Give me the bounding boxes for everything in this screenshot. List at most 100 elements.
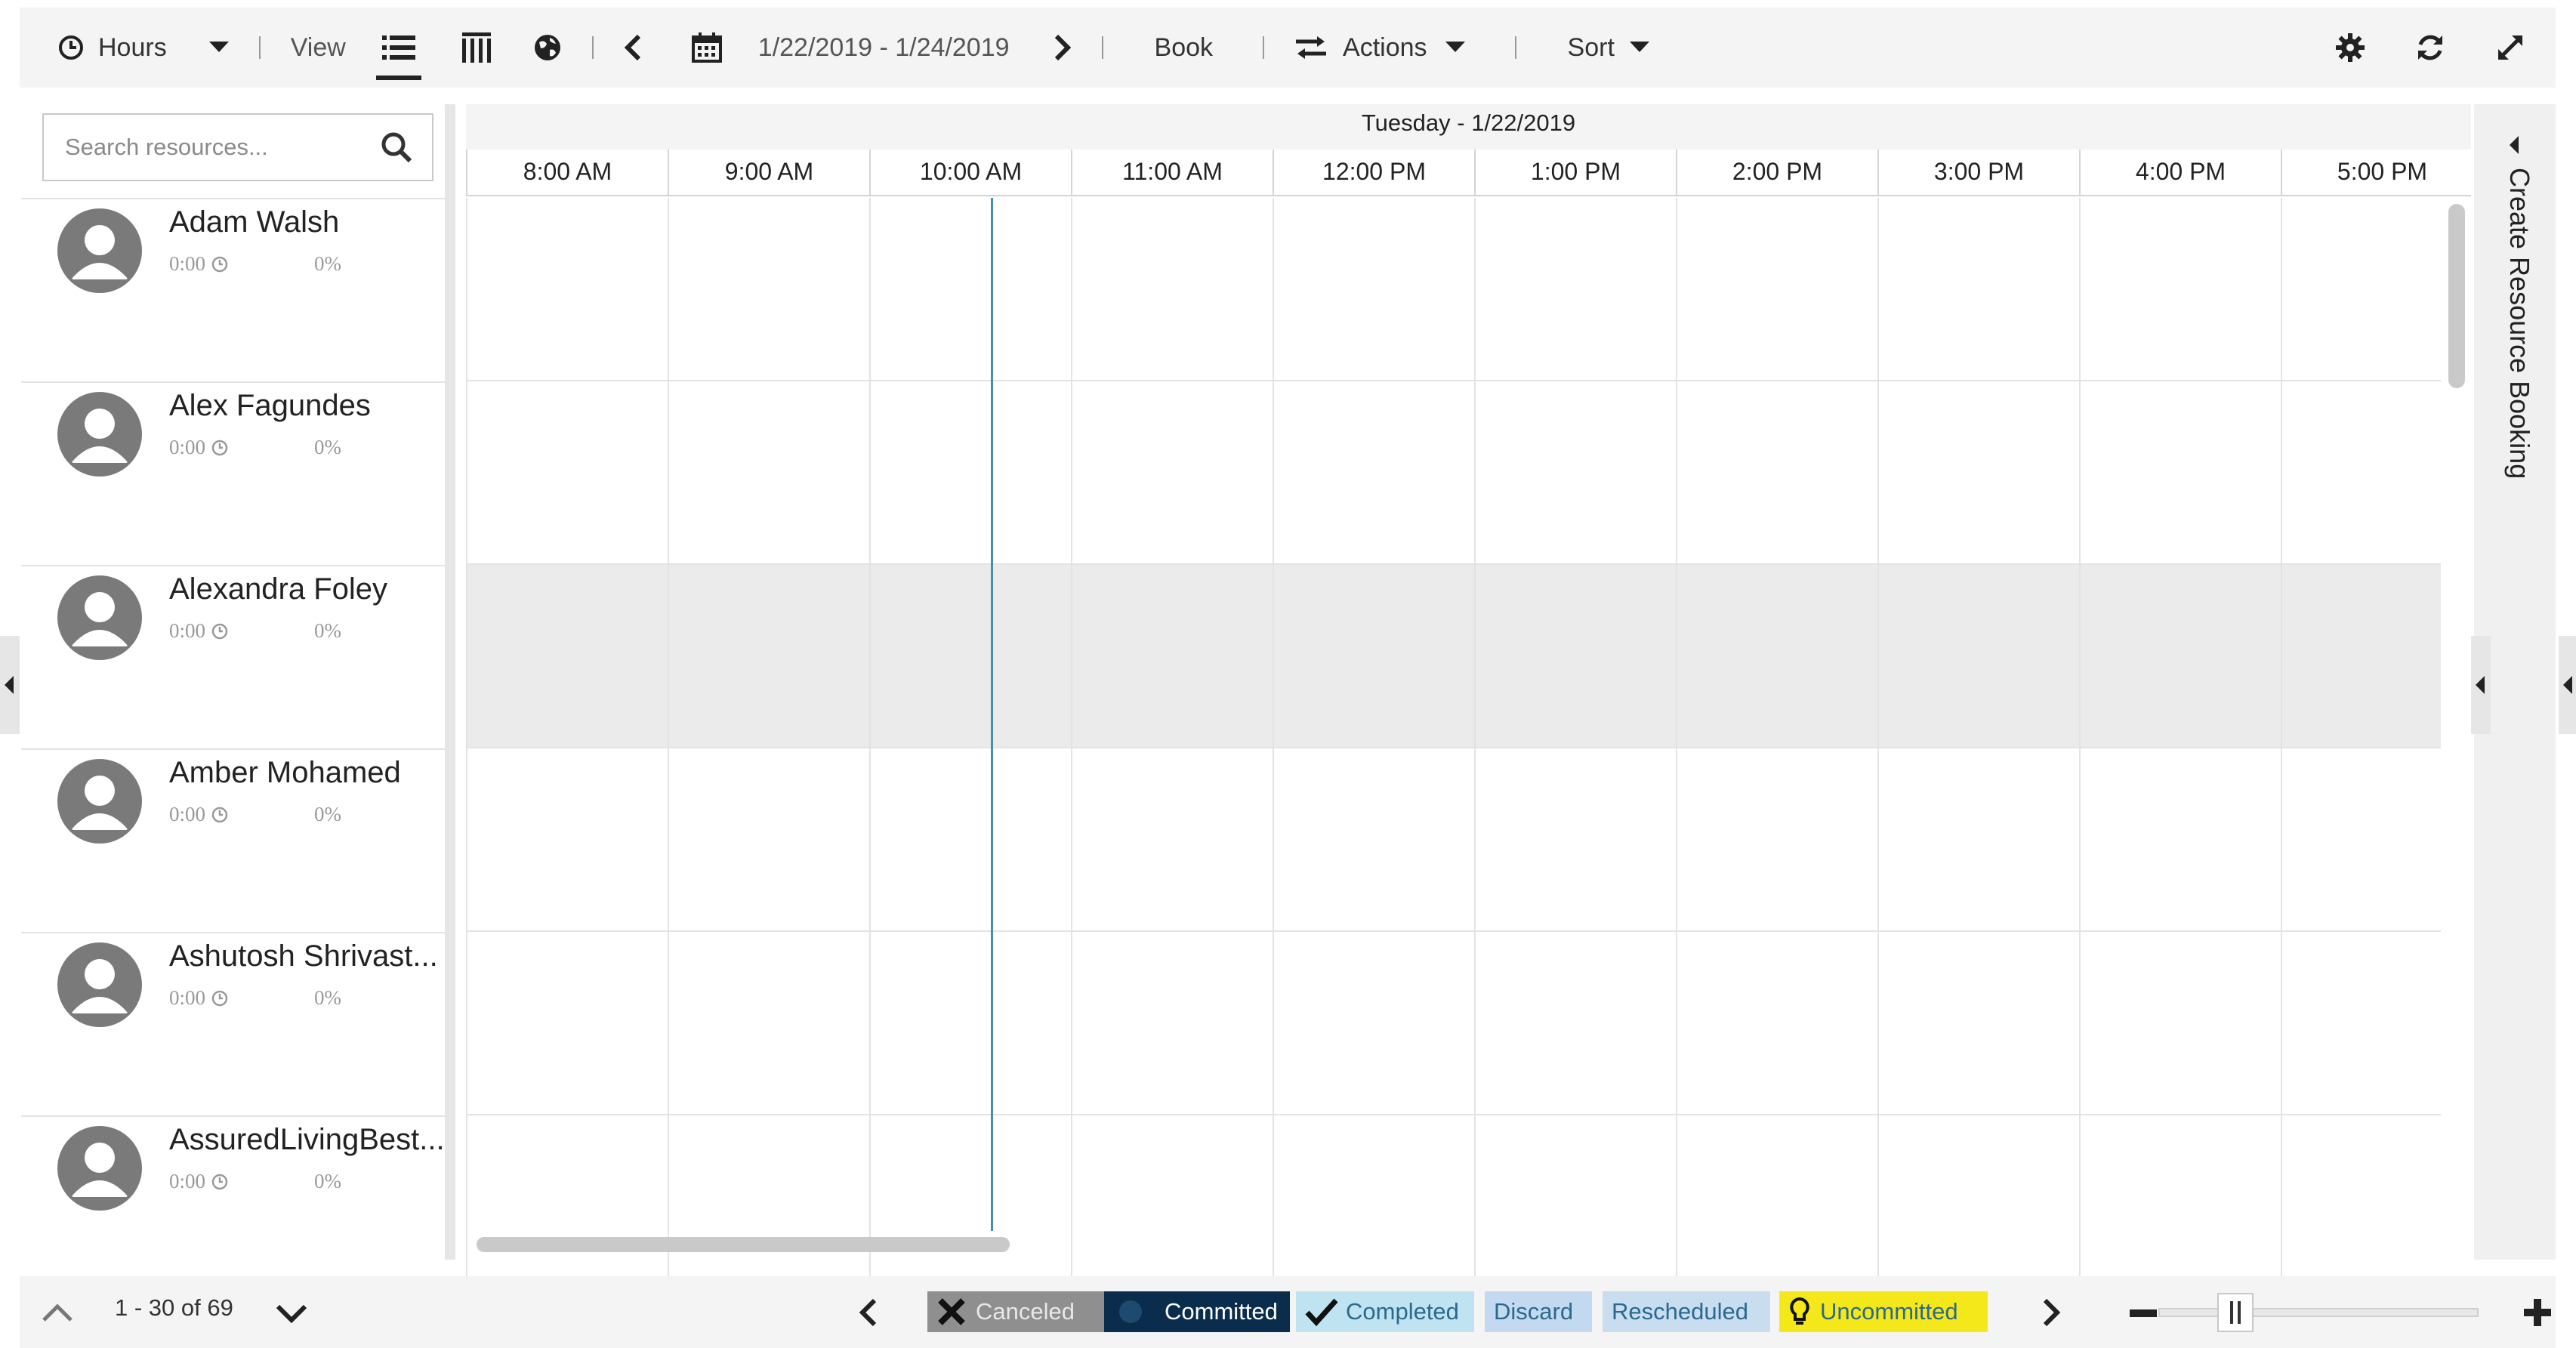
expand-button[interactable] bbox=[2495, 32, 2525, 63]
time-slot[interactable] bbox=[1273, 381, 1474, 563]
resource-name[interactable]: Alex Fagundes bbox=[169, 389, 371, 423]
time-slot[interactable] bbox=[466, 565, 668, 747]
time-slot[interactable] bbox=[1676, 381, 1877, 563]
calendar-button[interactable] bbox=[691, 8, 722, 88]
resource-row[interactable]: Alexandra Foley 0:00 0% bbox=[21, 565, 445, 748]
time-slot[interactable] bbox=[1676, 198, 1877, 380]
resource-name[interactable]: Alexandra Foley bbox=[169, 572, 387, 606]
list-view-button[interactable] bbox=[375, 8, 421, 88]
resource-row[interactable]: Alex Fagundes 0:00 0% bbox=[21, 381, 445, 565]
column-view-button[interactable] bbox=[461, 8, 491, 88]
time-slot[interactable] bbox=[1877, 381, 2079, 563]
time-slot[interactable] bbox=[668, 932, 869, 1114]
time-slot[interactable] bbox=[1676, 1115, 1877, 1297]
book-button[interactable]: Book bbox=[1155, 8, 1214, 88]
actions-dropdown[interactable]: Actions bbox=[1294, 8, 1465, 88]
time-slot[interactable] bbox=[2079, 565, 2281, 747]
time-slot[interactable] bbox=[1877, 748, 2079, 930]
sort-dropdown[interactable]: Sort bbox=[1568, 8, 1649, 88]
caret-left-icon[interactable] bbox=[2510, 136, 2520, 154]
time-slot[interactable] bbox=[1071, 198, 1273, 380]
left-collapse-tab[interactable] bbox=[0, 636, 20, 734]
time-slot[interactable] bbox=[869, 565, 1071, 747]
time-slot[interactable] bbox=[1071, 1115, 1273, 1297]
time-slot[interactable] bbox=[1676, 565, 1877, 747]
resource-name[interactable]: Amber Mohamed bbox=[169, 756, 401, 790]
horizontal-scrollbar-thumb[interactable] bbox=[477, 1237, 1010, 1252]
time-slot[interactable] bbox=[1877, 198, 2079, 380]
resource-row[interactable]: Ashutosh Shrivast... 0:00 0% bbox=[21, 932, 445, 1115]
legend-next-icon[interactable] bbox=[2041, 1297, 2062, 1328]
time-slot[interactable] bbox=[466, 198, 668, 380]
time-slot[interactable] bbox=[1474, 198, 1676, 380]
time-slot[interactable] bbox=[1474, 748, 1676, 930]
refresh-button[interactable] bbox=[2415, 32, 2445, 63]
resource-name[interactable]: Adam Walsh bbox=[169, 205, 339, 239]
time-slot[interactable] bbox=[466, 748, 668, 930]
previous-date-button[interactable] bbox=[624, 8, 642, 88]
map-view-button[interactable] bbox=[533, 8, 562, 88]
schedule-row[interactable] bbox=[466, 565, 2441, 748]
time-slot[interactable] bbox=[2079, 1115, 2281, 1297]
settings-button[interactable] bbox=[2335, 32, 2365, 63]
schedule-row[interactable] bbox=[466, 932, 2441, 1115]
time-slot[interactable] bbox=[668, 198, 869, 380]
zoom-slider-track[interactable] bbox=[2158, 1308, 2479, 1317]
next-date-button[interactable] bbox=[1054, 8, 1072, 88]
time-slot[interactable] bbox=[1071, 932, 1273, 1114]
resource-name[interactable]: AssuredLivingBest... bbox=[169, 1123, 445, 1157]
legend-previous-icon[interactable] bbox=[858, 1297, 879, 1328]
time-slot[interactable] bbox=[1474, 932, 1676, 1114]
time-slot[interactable] bbox=[1877, 1115, 2079, 1297]
schedule-row[interactable] bbox=[466, 748, 2441, 932]
time-slot[interactable] bbox=[869, 932, 1071, 1114]
resource-row[interactable]: AssuredLivingBest... 0:00 0% bbox=[21, 1115, 445, 1299]
time-slot[interactable] bbox=[1877, 565, 2079, 747]
time-slot[interactable] bbox=[668, 565, 869, 747]
time-slot[interactable] bbox=[1273, 198, 1474, 380]
zoom-out-icon[interactable] bbox=[2130, 1309, 2157, 1317]
search-icon[interactable] bbox=[381, 131, 412, 167]
time-slot[interactable] bbox=[2079, 198, 2281, 380]
time-slot[interactable] bbox=[2079, 932, 2281, 1114]
schedule-row[interactable] bbox=[466, 381, 2441, 565]
time-slot[interactable] bbox=[2079, 381, 2281, 563]
time-slot[interactable] bbox=[2079, 748, 2281, 930]
time-slot[interactable] bbox=[1071, 381, 1273, 563]
create-booking-label[interactable]: Create Resource Booking bbox=[2496, 168, 2535, 507]
time-slot[interactable] bbox=[466, 932, 668, 1114]
resource-row[interactable]: Amber Mohamed 0:00 0% bbox=[21, 748, 445, 932]
hours-dropdown[interactable]: Hours bbox=[57, 8, 229, 88]
schedule-row[interactable] bbox=[466, 198, 2441, 381]
search-input[interactable] bbox=[44, 117, 361, 177]
time-slot[interactable] bbox=[668, 1115, 869, 1297]
time-slot[interactable] bbox=[1676, 748, 1877, 930]
time-slot[interactable] bbox=[869, 1115, 1071, 1297]
time-slot[interactable] bbox=[869, 748, 1071, 930]
time-slot[interactable] bbox=[1474, 1115, 1676, 1297]
time-slot[interactable] bbox=[869, 198, 1071, 380]
schedule-grid[interactable] bbox=[466, 198, 2441, 1299]
time-slot[interactable] bbox=[1676, 932, 1877, 1114]
date-range-picker[interactable]: 1/22/2019 - 1/24/2019 bbox=[758, 8, 1010, 88]
time-slot[interactable] bbox=[1273, 1115, 1474, 1297]
time-slot[interactable] bbox=[1071, 748, 1273, 930]
right-inner-collapse-tab[interactable] bbox=[2471, 636, 2491, 734]
chevron-down-icon[interactable] bbox=[275, 1303, 308, 1325]
zoom-slider-thumb[interactable] bbox=[2217, 1293, 2254, 1332]
time-slot[interactable] bbox=[466, 381, 668, 563]
time-slot[interactable] bbox=[668, 748, 869, 930]
time-slot[interactable] bbox=[668, 381, 869, 563]
time-slot[interactable] bbox=[1071, 565, 1273, 747]
time-slot[interactable] bbox=[869, 381, 1071, 563]
vertical-scrollbar-thumb[interactable] bbox=[2448, 204, 2465, 388]
zoom-in-icon[interactable] bbox=[2524, 1299, 2551, 1326]
resource-name[interactable]: Ashutosh Shrivast... bbox=[169, 939, 438, 973]
resource-row[interactable]: Adam Walsh 0:00 0% bbox=[21, 198, 445, 381]
chevron-up-icon[interactable] bbox=[41, 1302, 74, 1323]
time-slot[interactable] bbox=[1273, 932, 1474, 1114]
time-slot[interactable] bbox=[1877, 932, 2079, 1114]
time-slot[interactable] bbox=[1474, 565, 1676, 747]
schedule-row[interactable] bbox=[466, 1115, 2441, 1299]
time-slot[interactable] bbox=[1273, 565, 1474, 747]
